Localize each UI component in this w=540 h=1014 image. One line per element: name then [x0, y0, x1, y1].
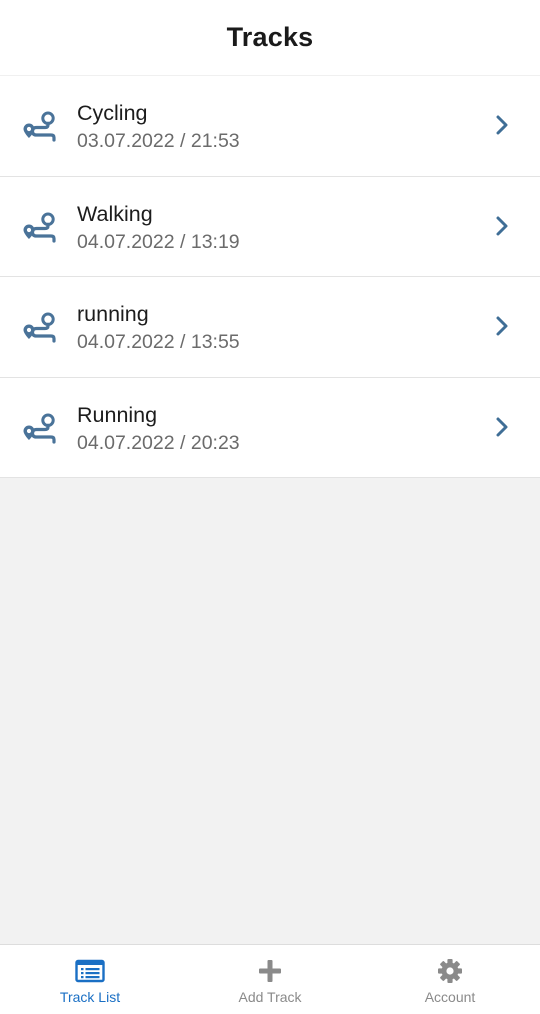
plus-icon — [259, 960, 281, 982]
track-text: Running 04.07.2022 / 20:23 — [77, 402, 240, 456]
bottom-navigation: Track List Add Track Account — [0, 944, 540, 1014]
track-name: Running — [77, 402, 158, 427]
track-row-running-2[interactable]: Running 04.07.2022 / 20:23 — [0, 377, 540, 478]
nav-label: Account — [424, 989, 476, 1005]
route-icon — [23, 111, 56, 142]
header-bar: Tracks — [0, 0, 540, 76]
track-datetime: 04.07.2022 / 13:19 — [77, 230, 240, 253]
track-list: Cycling 03.07.2022 / 21:53 Walking 04.07… — [0, 76, 540, 478]
chevron-right-icon — [496, 115, 508, 135]
track-datetime: 04.07.2022 / 13:55 — [77, 331, 240, 353]
route-icon — [23, 412, 56, 444]
route-icon — [23, 211, 56, 243]
track-text: running 04.07.2022 / 13:55 — [77, 301, 240, 355]
route-icon — [23, 312, 56, 343]
list-icon — [75, 959, 105, 983]
chevron-right-icon — [496, 216, 508, 235]
track-name: Walking — [77, 201, 153, 226]
chevron-right-icon — [496, 316, 508, 336]
nav-label: Track List — [59, 989, 121, 1005]
track-datetime: 04.07.2022 / 20:23 — [77, 431, 240, 454]
page-title: Tracks — [226, 22, 314, 52]
track-row-walking[interactable]: Walking 04.07.2022 / 13:19 — [0, 176, 540, 277]
track-name: running — [77, 302, 149, 326]
track-row-cycling[interactable]: Cycling 03.07.2022 / 21:53 — [0, 76, 540, 177]
app-screen: Tracks Cycling 03.07.2022 / 21:53 Walkin… — [0, 0, 540, 1014]
track-name: Cycling — [77, 101, 148, 125]
track-text: Cycling 03.07.2022 / 21:53 — [77, 100, 240, 154]
nav-tab-account[interactable]: Account — [360, 945, 540, 1014]
nav-label: Add Track — [238, 989, 302, 1005]
gear-icon — [438, 959, 462, 983]
track-text: Walking 04.07.2022 / 13:19 — [77, 201, 240, 255]
nav-tab-track-list[interactable]: Track List — [0, 945, 180, 1014]
nav-tab-add-track[interactable]: Add Track — [180, 945, 360, 1014]
track-row-running[interactable]: running 04.07.2022 / 13:55 — [0, 277, 540, 378]
chevron-right-icon — [496, 417, 508, 436]
track-datetime: 03.07.2022 / 21:53 — [77, 130, 240, 152]
